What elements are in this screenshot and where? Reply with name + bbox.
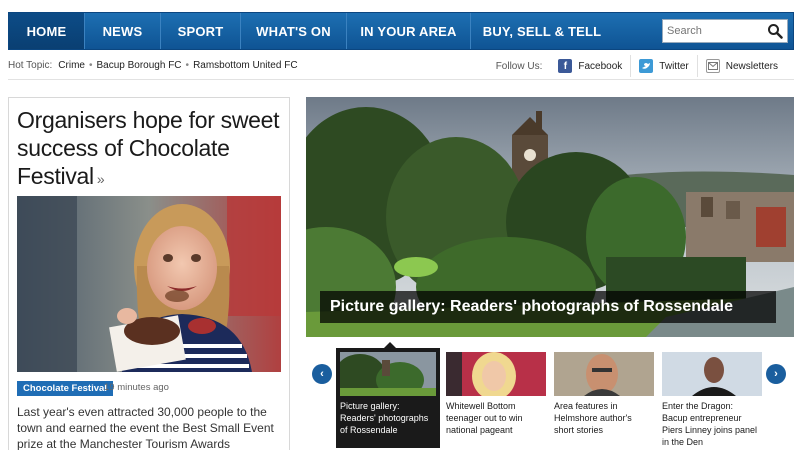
hot-topic-label: Hot Topic: <box>8 60 53 71</box>
girl-eating-chocolate-image <box>17 196 281 372</box>
carousel-thumb-image <box>554 352 654 396</box>
chevron-left-icon: ‹ <box>320 368 324 380</box>
nav-buy-sell-tell[interactable]: BUY, SELL & TELL <box>471 13 613 49</box>
active-pointer <box>384 342 396 348</box>
magnifier-icon <box>768 24 783 39</box>
lead-story-photo[interactable] <box>17 196 281 372</box>
twitter-label: Twitter <box>659 60 689 72</box>
story-tag-chocolate-festival[interactable]: Chocolate Festival <box>17 381 113 396</box>
search-box <box>662 19 788 43</box>
carousel-next-button[interactable]: › <box>766 364 786 384</box>
nav-news[interactable]: NEWS <box>85 13 161 49</box>
carousel-caption: Enter the Dragon: Bacup entrepreneur Pie… <box>662 401 758 447</box>
gallery-carousel: ‹ Picture gallery: Readers' photographs … <box>306 342 794 450</box>
hot-topic-ramsbottom-united-fc[interactable]: Ramsbottom United FC <box>193 60 297 71</box>
newsletters-link[interactable]: Newsletters <box>696 55 786 77</box>
search-button[interactable] <box>763 20 787 42</box>
hot-topic-separator: • <box>185 60 190 71</box>
nav-whats-on[interactable]: WHAT'S ON <box>241 13 347 49</box>
twitter-icon <box>639 59 654 73</box>
carousel-caption: Whitewell Bottom teenager out to win nat… <box>446 401 523 435</box>
nav-in-your-area[interactable]: IN YOUR AREA <box>347 13 471 49</box>
nav-home[interactable]: HOME <box>9 13 85 49</box>
carousel-item[interactable]: Picture gallery: Readers' photographs of… <box>336 342 440 448</box>
newsletters-label: Newsletters <box>725 60 778 72</box>
nav-sport[interactable]: SPORT <box>161 13 241 49</box>
envelope-icon <box>705 59 720 73</box>
search-input[interactable] <box>663 25 763 37</box>
story-timestamp: 19 minutes ago <box>104 382 169 393</box>
carousel-item[interactable]: Enter the Dragon: Bacup entrepreneur Pie… <box>662 348 766 448</box>
facebook-icon: f <box>558 59 573 73</box>
lead-story-title-text[interactable]: Organisers hope for sweet success of Cho… <box>17 107 280 189</box>
hero-caption[interactable]: Picture gallery: Readers' photographs of… <box>320 291 776 323</box>
facebook-label: Facebook <box>578 60 623 72</box>
chevron-right-icon: › <box>774 368 778 380</box>
hot-topic-separator: • <box>88 60 93 71</box>
main-nav: HOME NEWS SPORT WHAT'S ON IN YOUR AREA B… <box>8 12 794 50</box>
carousel-caption: Area features in Helmshore author's shor… <box>554 401 632 435</box>
lead-story-summary: Last year's even attracted 30,000 people… <box>17 405 274 450</box>
follow-us: Follow Us: f Facebook Twitter Newsletter… <box>496 52 786 80</box>
carousel-thumb-image <box>340 352 436 396</box>
hot-topic-crime[interactable]: Crime <box>58 60 85 71</box>
lead-story-card: Organisers hope for sweet success of Cho… <box>8 97 290 450</box>
hero-gallery-image[interactable]: Picture gallery: Readers' photographs of… <box>306 97 794 337</box>
carousel-item[interactable]: Whitewell Bottom teenager out to win nat… <box>446 348 550 448</box>
twitter-link[interactable]: Twitter <box>630 55 696 77</box>
lead-story-headline[interactable]: Organisers hope for sweet success of Cho… <box>17 106 283 193</box>
carousel-thumb-image <box>446 352 546 396</box>
carousel-item[interactable]: Area features in Helmshore author's shor… <box>554 348 658 448</box>
hot-topic-bacup-borough-fc[interactable]: Bacup Borough FC <box>96 60 181 71</box>
carousel-prev-button[interactable]: ‹ <box>312 364 332 384</box>
carousel-caption: Picture gallery: Readers' photographs of… <box>340 401 429 435</box>
double-chevron-icon: » <box>96 171 105 187</box>
facebook-link[interactable]: f Facebook <box>550 55 630 77</box>
follow-us-label: Follow Us: <box>495 60 543 72</box>
hot-topics-bar: Hot Topic: Crime • Bacup Borough FC • Ra… <box>8 52 794 80</box>
carousel-thumb-image <box>662 352 762 396</box>
